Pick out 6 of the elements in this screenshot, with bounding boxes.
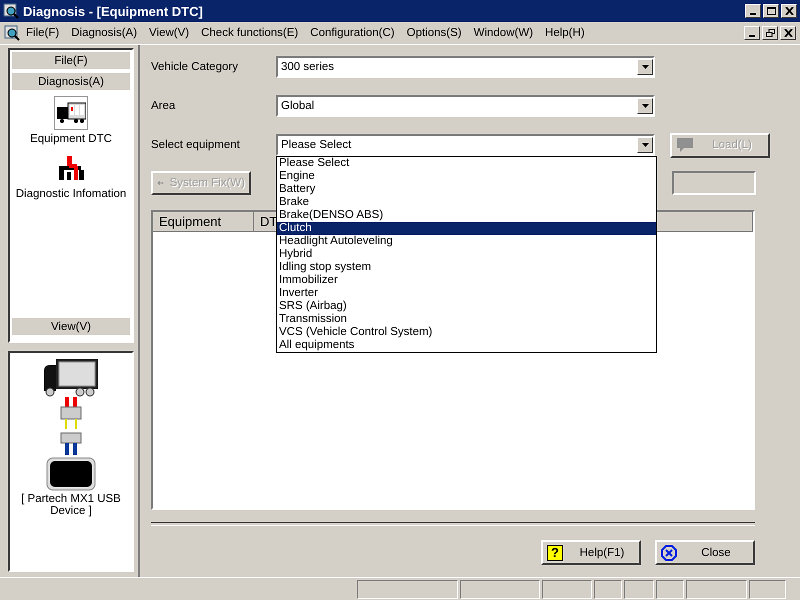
- help-icon: ?: [547, 544, 563, 560]
- window-title: Diagnosis - [Equipment DTC]: [23, 4, 204, 18]
- device-label: [ Partech MX1 USB Device ]: [20, 493, 122, 517]
- field-label: Vehicle Category: [151, 61, 239, 73]
- field-label: Select equipment: [151, 139, 241, 151]
- field-label: Area: [151, 100, 176, 112]
